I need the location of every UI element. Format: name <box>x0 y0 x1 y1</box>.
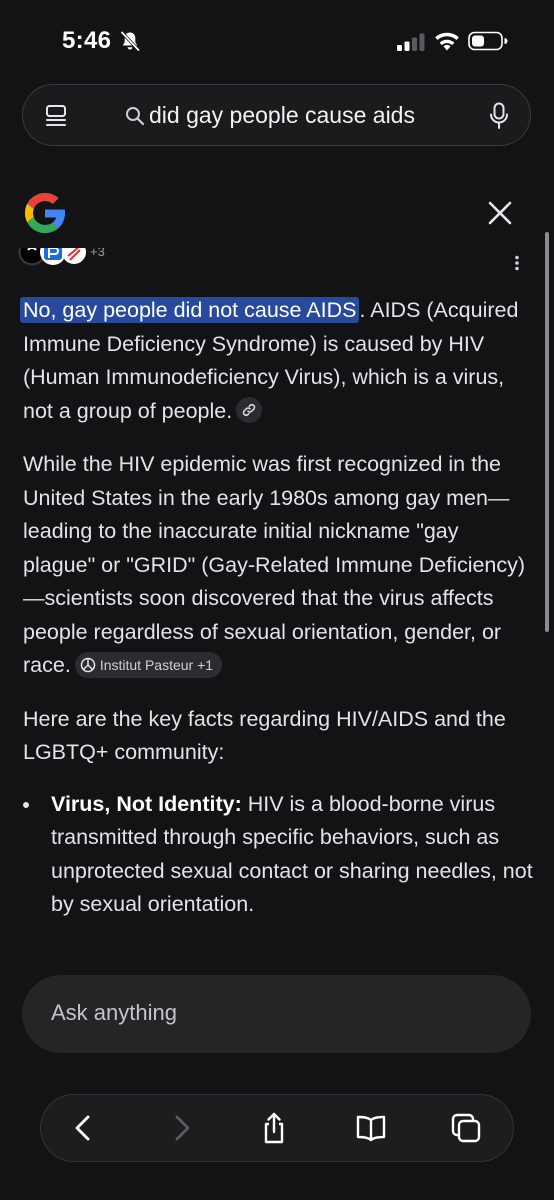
source-favicons[interactable]: +3 <box>14 248 124 270</box>
source-chip-label: Institut Pasteur +1 <box>99 657 214 673</box>
browser-toolbar <box>40 1094 514 1162</box>
bell-slash-icon <box>120 31 140 52</box>
status-bar: 5:46 <box>0 0 554 80</box>
back-icon <box>75 1115 90 1141</box>
close-icon[interactable] <box>486 199 514 227</box>
source-chip[interactable]: Institut Pasteur +1 <box>74 652 223 678</box>
forward-button[interactable] <box>164 1111 198 1145</box>
institut-pasteur-icon <box>80 657 96 673</box>
link-button[interactable] <box>236 396 263 423</box>
answer-paragraph-3: Here are the key facts regarding HIV/AID… <box>23 706 506 765</box>
google-ai-answer-screen: 5:46 did gay people cause aids +3 No, ga… <box>0 0 554 1200</box>
svg-text:+3: +3 <box>90 248 105 259</box>
tabs-icon <box>451 1113 481 1143</box>
search-input[interactable]: did gay people cause aids <box>149 102 415 129</box>
answer-paragraph-2: While the HIV epidemic was first recogni… <box>23 448 535 683</box>
highlighted-answer: No, gay people did not cause AIDS <box>20 297 360 323</box>
search-bar[interactable]: did gay people cause aids <box>22 84 531 146</box>
battery-icon <box>468 31 508 51</box>
answer-text: While the HIV epidemic was first recogni… <box>23 452 526 677</box>
mic-icon[interactable] <box>489 102 509 130</box>
ask-placeholder: Ask anything <box>51 1000 177 1025</box>
more-options-icon[interactable] <box>514 255 520 271</box>
ai-answer: No, gay people did not cause AIDS. AIDS … <box>20 294 535 922</box>
forward-icon <box>175 1115 190 1141</box>
back-button[interactable] <box>67 1111 101 1145</box>
scroll-indicator[interactable] <box>545 232 549 632</box>
search-icon <box>126 107 145 126</box>
bullet-term: Virus, Not Identity: <box>51 791 242 816</box>
bookmarks-icon <box>356 1115 386 1142</box>
share-icon <box>264 1112 284 1144</box>
google-g-logo <box>25 193 65 233</box>
share-button[interactable] <box>257 1111 291 1145</box>
facts-list: Virus, Not Identity: HIV is a blood-born… <box>23 788 535 922</box>
signal-icon <box>397 33 425 51</box>
menu-icon[interactable] <box>45 103 67 129</box>
bookmarks-button[interactable] <box>354 1111 388 1145</box>
link-icon <box>242 403 256 416</box>
status-time: 5:46 <box>62 27 112 54</box>
list-item: Virus, Not Identity: HIV is a blood-born… <box>23 788 535 922</box>
ask-anything-input[interactable]: Ask anything <box>22 975 531 1053</box>
tabs-button[interactable] <box>449 1111 483 1145</box>
wifi-icon <box>435 32 459 51</box>
answer-paragraph-1: No, gay people did not cause AIDS. AIDS … <box>20 294 535 428</box>
